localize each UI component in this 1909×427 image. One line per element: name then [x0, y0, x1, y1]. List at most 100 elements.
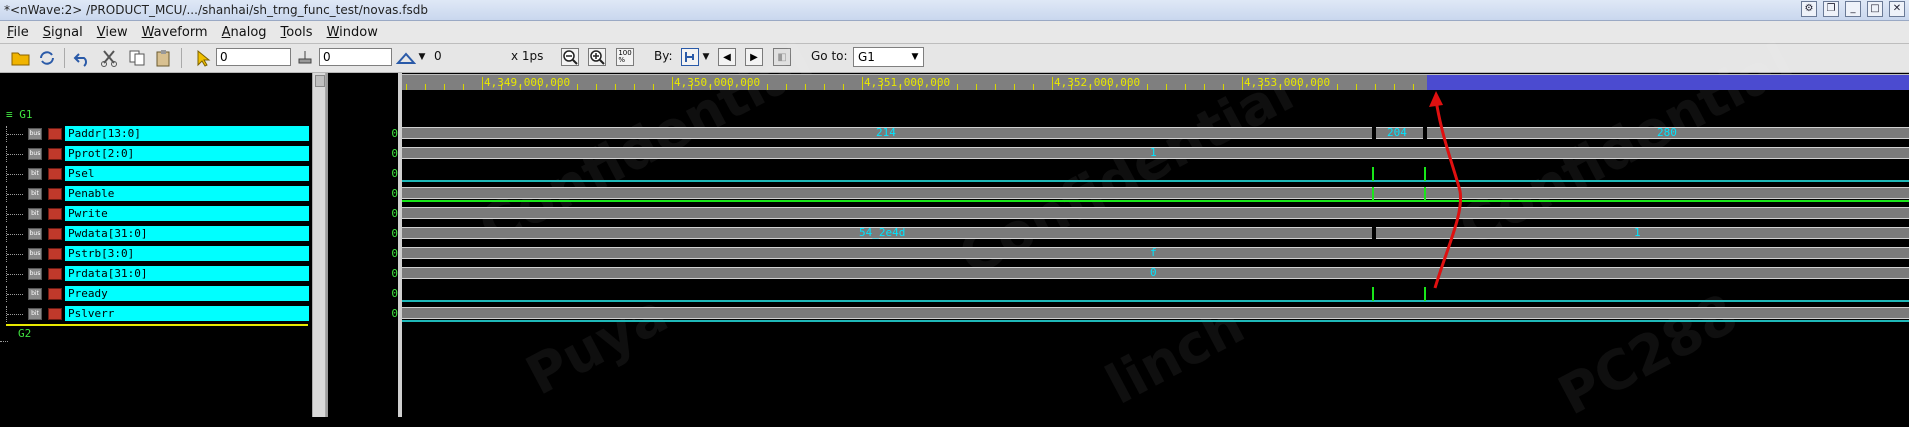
signal-color-icon [48, 208, 62, 220]
signal-value-panel[interactable]: 0 0 0 0 0 0 0 0 0 0 [326, 73, 400, 417]
signal-color-icon [48, 148, 62, 160]
signal-name[interactable]: Pprot[2:0] [65, 146, 309, 161]
restore-icon[interactable]: ❐ [1823, 1, 1839, 17]
goto-selected-value: G1 [858, 50, 875, 64]
signal-name[interactable]: Pstrb[3:0] [65, 246, 309, 261]
signal-name[interactable]: Pslverr [65, 306, 309, 321]
delta-icon[interactable] [396, 48, 416, 68]
maximize-icon[interactable]: □ [1867, 1, 1883, 17]
zoom-in-icon[interactable] [588, 48, 606, 66]
signal-value: 0 [391, 187, 398, 200]
signal-value: 0 [391, 287, 398, 300]
waveform-panel[interactable]: Confidential Confidential Confidential P… [402, 30, 1909, 427]
signal-type-icon: bus [28, 128, 42, 140]
insertion-line [6, 324, 308, 326]
signal-name[interactable]: Pwrite [65, 206, 309, 221]
signal-value: 0 [391, 227, 398, 240]
signal-color-icon [48, 168, 62, 180]
signal-color-icon [48, 288, 62, 300]
group-g1-label[interactable]: ≡ G1 [6, 108, 33, 121]
time-unit-label: x 1ps [511, 49, 544, 63]
goto-label: Go to: [811, 49, 848, 63]
menu-analog[interactable]: Analog [215, 25, 274, 40]
goto-select[interactable]: G1 ▼ [853, 47, 924, 67]
signal-type-icon: bit [28, 308, 42, 320]
open-folder-icon[interactable] [11, 48, 31, 68]
signal-value: 0 [391, 167, 398, 180]
signal-type-icon: bus [28, 248, 42, 260]
signal-value: 0 [391, 127, 398, 140]
signal-color-icon [48, 228, 62, 240]
signal-name[interactable]: Pready [65, 286, 309, 301]
signal-name[interactable]: Penable [65, 186, 309, 201]
signal-row[interactable]: bit Penable [0, 186, 312, 202]
scrollbar-thumb[interactable] [315, 75, 325, 87]
signal-name[interactable]: Psel [65, 166, 309, 181]
signal-row[interactable]: bus Pwdata[31:0] [0, 226, 312, 242]
signal-row[interactable]: bus Prdata[31:0] [0, 266, 312, 282]
zoom-fit-icon[interactable]: 100% [616, 48, 634, 66]
signal-row[interactable]: bus Pstrb[3:0] [0, 246, 312, 262]
cut-icon[interactable] [99, 48, 119, 68]
chevron-down-icon: ▼ [911, 52, 919, 62]
signal-color-icon [48, 128, 62, 140]
search-backward-icon[interactable]: ◀ [718, 48, 736, 66]
signal-value: 0 [391, 207, 398, 220]
pointer-icon[interactable] [193, 48, 213, 68]
signal-row[interactable]: bus Paddr[13:0] [0, 126, 312, 142]
signal-value: 0 [391, 267, 398, 280]
signal-list-scrollbar[interactable] [312, 73, 326, 417]
signal-list-panel[interactable]: ≡ G1 bus Paddr[13:0] bus Pprot[2:0] bit … [0, 73, 312, 417]
signal-type-icon: bit [28, 208, 42, 220]
search-stop-icon[interactable]: ◧ [773, 48, 791, 66]
menu-window[interactable]: Window [320, 25, 385, 40]
close-icon[interactable]: ✕ [1889, 1, 1905, 17]
menu-waveform[interactable]: Waveform [135, 25, 215, 40]
search-forward-icon[interactable]: ▶ [745, 48, 763, 66]
signal-row[interactable]: bit Psel [0, 166, 312, 182]
signal-name[interactable]: Prdata[31:0] [65, 266, 309, 281]
menu-file[interactable]: File [0, 25, 36, 40]
window-title: *<nWave:2> /PRODUCT_MCU/.../shanhai/sh_t… [4, 3, 428, 17]
by-dropdown-icon[interactable]: ▼ [700, 52, 712, 62]
reload-icon[interactable] [37, 48, 57, 68]
delta-dropdown-icon[interactable]: ▼ [416, 52, 428, 62]
signal-name[interactable]: Paddr[13:0] [65, 126, 309, 141]
signal-value: 0 [391, 247, 398, 260]
signal-color-icon [48, 268, 62, 280]
signal-value: 0 [391, 307, 398, 320]
signal-color-icon [48, 248, 62, 260]
signal-type-icon: bit [28, 188, 42, 200]
menu-tools[interactable]: Tools [274, 25, 320, 40]
annotation-arrow [1429, 91, 1463, 289]
minimize-icon[interactable]: _ [1845, 1, 1861, 17]
signal-type-icon: bus [28, 228, 42, 240]
signal-value: 0 [391, 147, 398, 160]
cursor-time-input[interactable] [216, 48, 291, 66]
copy-icon[interactable] [127, 48, 147, 68]
signal-color-icon [48, 188, 62, 200]
signal-row[interactable]: bus Pprot[2:0] [0, 146, 312, 162]
signal-row[interactable]: bit Pslverr [0, 306, 312, 322]
undo-icon[interactable] [73, 48, 93, 68]
title-bar: *<nWave:2> /PRODUCT_MCU/.../shanhai/sh_t… [0, 0, 1909, 21]
signal-type-icon: bus [28, 148, 42, 160]
signal-type-icon: bit [28, 168, 42, 180]
signal-row[interactable]: bit Pready [0, 286, 312, 302]
paste-icon[interactable] [154, 48, 174, 68]
group-g2-label[interactable]: G2 [18, 327, 31, 340]
delta-value: 0 [434, 49, 442, 63]
signal-type-icon: bit [28, 288, 42, 300]
signal-color-icon [48, 308, 62, 320]
signal-name[interactable]: Pwdata[31:0] [65, 226, 309, 241]
zoom-out-icon[interactable] [561, 48, 579, 66]
marker-icon[interactable] [295, 48, 315, 68]
settings-icon[interactable]: ⚙ [1801, 1, 1817, 17]
menu-view[interactable]: View [90, 25, 135, 40]
signal-row[interactable]: bit Pwrite [0, 206, 312, 222]
by-label: By: [654, 49, 673, 63]
marker-time-input[interactable] [319, 48, 392, 66]
menu-signal[interactable]: Signal [36, 25, 90, 40]
search-by-icon[interactable] [681, 48, 699, 66]
signal-type-icon: bus [28, 268, 42, 280]
